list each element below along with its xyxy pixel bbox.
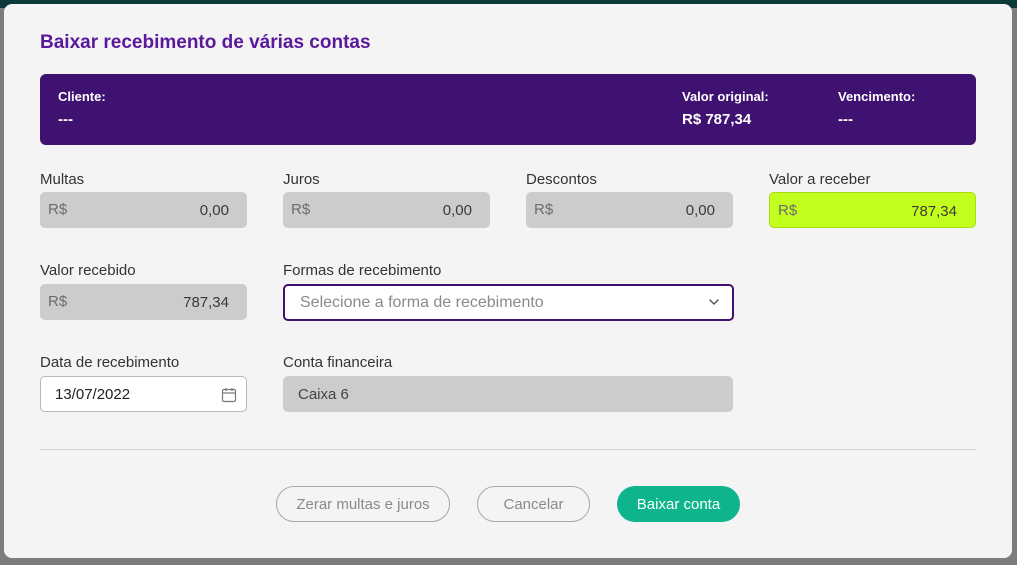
valor-recebido-input[interactable]: R$ 787,34	[40, 284, 247, 320]
vencimento-label: Vencimento:	[838, 89, 916, 104]
currency-prefix: R$	[48, 293, 68, 310]
summary-vencimento: Vencimento: ---	[838, 89, 915, 128]
vencimento-value: ---	[838, 111, 853, 128]
conta-financeira-label: Conta financeira	[283, 354, 393, 371]
divider	[40, 449, 976, 450]
juros-label: Juros	[283, 171, 320, 188]
currency-prefix: R$	[534, 201, 554, 218]
currency-prefix: R$	[778, 202, 798, 219]
chevron-down-icon	[709, 299, 719, 305]
descontos-label: Descontos	[526, 171, 597, 188]
dialog: Baixar recebimento de várias contas Clie…	[4, 4, 1012, 558]
currency-prefix: R$	[291, 201, 311, 218]
valor-recebido-label: Valor recebido	[40, 262, 136, 279]
dialog-title: Baixar recebimento de várias contas	[40, 32, 371, 53]
juros-value: 0,00	[442, 202, 472, 219]
juros-input[interactable]: R$ 0,00	[283, 192, 490, 228]
summary-valor-original: Valor original: R$ 787,34	[682, 89, 769, 128]
data-recebimento-value: 13/07/2022	[55, 386, 131, 403]
cancel-button[interactable]: Cancelar	[477, 486, 590, 522]
cliente-value: ---	[58, 111, 73, 128]
conta-financeira-field: Caixa 6	[283, 376, 733, 412]
baixar-conta-button[interactable]: Baixar conta	[617, 486, 740, 522]
valor-a-receber-input: R$ 787,34	[769, 192, 976, 228]
formas-recebimento-label: Formas de recebimento	[283, 262, 442, 279]
multas-label: Multas	[40, 171, 85, 188]
formas-recebimento-placeholder: Selecione a forma de recebimento	[300, 294, 544, 311]
valor-a-receber-label: Valor a receber	[769, 171, 871, 188]
summary-cliente: Cliente: ---	[58, 89, 106, 128]
formas-recebimento-select[interactable]: Selecione a forma de recebimento	[283, 284, 734, 321]
data-recebimento-input[interactable]: 13/07/2022	[40, 376, 247, 412]
valor-original-value: R$ 787,34	[682, 111, 752, 128]
calendar-icon[interactable]	[221, 387, 237, 403]
descontos-value: 0,00	[685, 202, 715, 219]
currency-prefix: R$	[48, 201, 68, 218]
descontos-input[interactable]: R$ 0,00	[526, 192, 733, 228]
multas-input[interactable]: R$ 0,00	[40, 192, 247, 228]
valor-recebido-value: 787,34	[183, 294, 229, 311]
zerar-multas-juros-button[interactable]: Zerar multas e juros	[276, 486, 450, 522]
valor-a-receber-value: 787,34	[911, 203, 957, 220]
valor-original-label: Valor original:	[682, 89, 769, 104]
conta-financeira-value: Caixa 6	[298, 386, 349, 403]
account-summary-banner: Cliente: --- Valor original: R$ 787,34 V…	[40, 74, 976, 145]
cliente-label: Cliente:	[58, 89, 106, 104]
data-recebimento-label: Data de recebimento	[40, 354, 180, 371]
multas-value: 0,00	[199, 202, 229, 219]
